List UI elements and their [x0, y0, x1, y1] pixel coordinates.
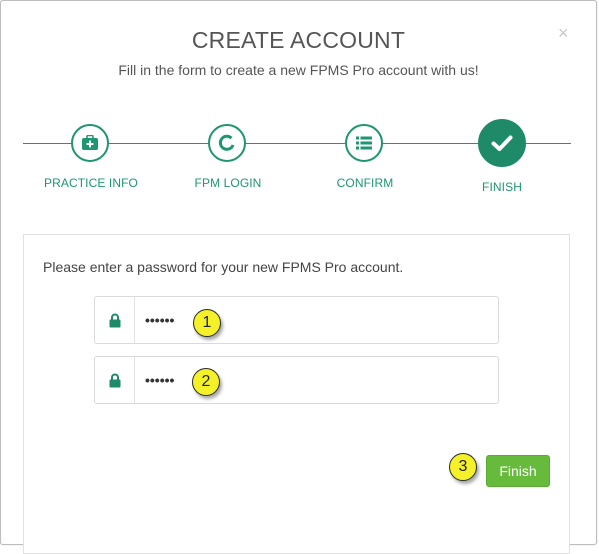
confirm-password-field[interactable]: •••••• [94, 356, 499, 404]
dialog-subtitle: Fill in the form to create a new FPMS Pr… [118, 62, 479, 78]
finish-button[interactable]: Finish [486, 455, 550, 487]
lock-icon [109, 373, 120, 387]
callout-marker: 1 [193, 309, 221, 337]
step-practice-info[interactable] [71, 124, 109, 162]
check-icon [491, 135, 513, 151]
password-prompt: Please enter a password for your new FPM… [43, 259, 404, 275]
confirm-password-input[interactable]: •••••• [135, 357, 174, 403]
medkit-icon [82, 135, 98, 150]
password-field[interactable]: •••••• [94, 296, 499, 344]
confirm-password-addon [95, 357, 135, 403]
list-icon [356, 136, 372, 150]
lock-icon [109, 313, 120, 327]
create-account-dialog: CREATE ACCOUNT Fill in the form to creat… [0, 0, 597, 554]
callout-marker: 3 [449, 453, 477, 481]
step-label-confirm: CONFIRM [336, 176, 394, 190]
close-icon[interactable]: × [558, 24, 569, 42]
step-label-fpm-login: FPM LOGIN [194, 176, 262, 190]
password-addon [95, 297, 135, 343]
password-input[interactable]: •••••• [135, 297, 174, 343]
step-finish[interactable] [478, 119, 526, 167]
dialog-title: CREATE ACCOUNT [191, 27, 406, 53]
step-label-finish: FINISH [482, 180, 522, 194]
step-confirm[interactable] [345, 124, 383, 162]
step-label-practice-info: PRACTICE INFO [44, 176, 138, 190]
callout-marker: 2 [192, 368, 220, 396]
login-spinner-icon [218, 134, 235, 151]
step-fpm-login[interactable] [208, 124, 246, 162]
